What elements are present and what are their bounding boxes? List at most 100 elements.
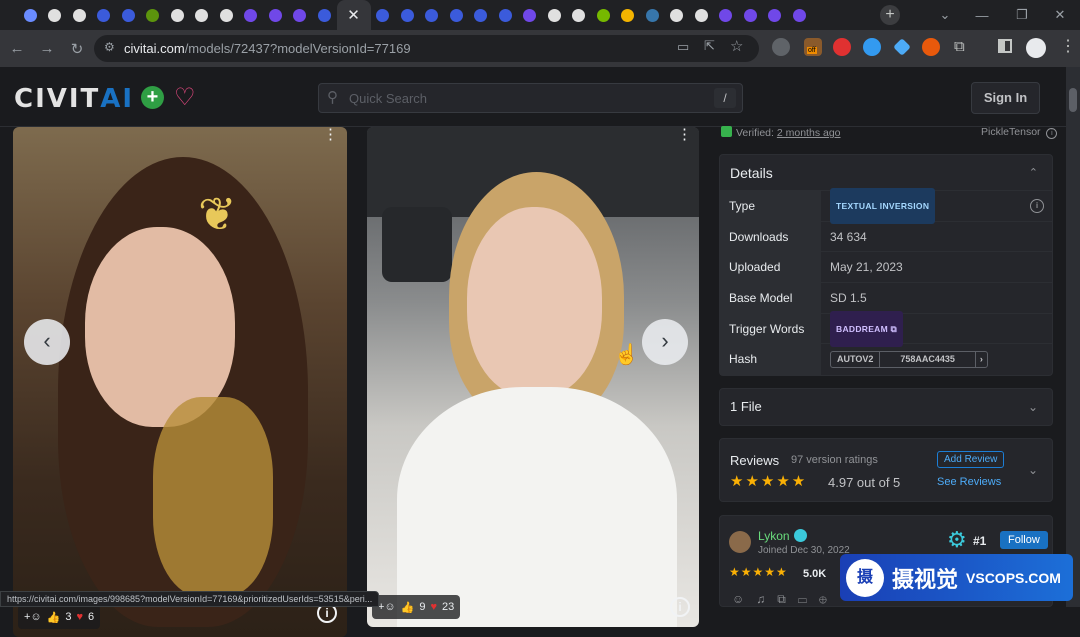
- chevron-down-icon[interactable]: ⌄: [1028, 389, 1038, 425]
- forward-button[interactable]: →: [34, 36, 60, 62]
- browser-tab[interactable]: [420, 0, 445, 30]
- tab-favicon-icon: [23, 8, 37, 22]
- tab-favicon-icon: [768, 8, 782, 22]
- browser-tab[interactable]: [787, 0, 812, 30]
- quick-search-bar[interactable]: ⚲ /: [318, 83, 743, 113]
- extension-compass-icon[interactable]: [863, 38, 881, 56]
- browser-tab[interactable]: [165, 0, 190, 30]
- sign-in-button[interactable]: Sign In: [971, 82, 1040, 114]
- share-icon[interactable]: ⇱: [704, 38, 715, 54]
- browser-tab[interactable]: [738, 0, 763, 30]
- details-header[interactable]: Details ⌃: [720, 155, 1052, 191]
- scrollbar-thumb[interactable]: [1069, 88, 1077, 112]
- image-menu-icon[interactable]: ⋮: [323, 127, 338, 143]
- add-review-button[interactable]: Add Review: [937, 451, 1005, 468]
- extension-record-icon[interactable]: [833, 38, 851, 56]
- creator-name[interactable]: Lykon: [758, 529, 790, 543]
- browser-tab[interactable]: [763, 0, 788, 30]
- browser-tab[interactable]: [312, 0, 337, 30]
- browser-tab[interactable]: [640, 0, 665, 30]
- create-plus-icon[interactable]: +: [141, 86, 164, 109]
- new-tab-button[interactable]: +: [880, 5, 900, 25]
- add-reaction-icon[interactable]: +☺: [378, 601, 396, 613]
- heart-icon[interactable]: ♥: [430, 601, 437, 613]
- hash-next-icon[interactable]: ›: [974, 352, 987, 368]
- browser-tab[interactable]: [542, 0, 567, 30]
- bookmark-star-icon[interactable]: ☆: [730, 37, 743, 55]
- browser-tab[interactable]: [18, 0, 43, 30]
- browser-tab[interactable]: [518, 0, 543, 30]
- image-info-icon[interactable]: i: [670, 597, 690, 617]
- image-menu-icon[interactable]: ⋮: [677, 127, 692, 143]
- extension-globe-icon[interactable]: [772, 38, 790, 56]
- civitai-logo[interactable]: CIVITAI: [14, 84, 134, 114]
- browser-tab[interactable]: [43, 0, 68, 30]
- browser-tab[interactable]: [371, 0, 396, 30]
- browser-tab[interactable]: [288, 0, 313, 30]
- browser-tab[interactable]: [665, 0, 690, 30]
- browser-tab[interactable]: [444, 0, 469, 30]
- reload-button[interactable]: ↻: [64, 36, 90, 62]
- gallery-next-button[interactable]: ›: [642, 319, 688, 365]
- side-panel-icon[interactable]: [998, 39, 1012, 53]
- site-info-icon[interactable]: ⚙: [104, 40, 115, 54]
- thumbs-up-icon[interactable]: 👍: [47, 611, 61, 624]
- browser-tab[interactable]: [469, 0, 494, 30]
- cast-icon[interactable]: ▭: [677, 39, 689, 55]
- address-bar[interactable]: ⚙ civitai.com/models/72437?modelVersionI…: [94, 35, 759, 62]
- browser-tab[interactable]: [263, 0, 288, 30]
- verified-time-link[interactable]: 2 months ago: [777, 127, 841, 139]
- heart-icon[interactable]: ♥: [76, 611, 83, 623]
- add-reaction-icon[interactable]: +☺: [24, 611, 42, 623]
- trigger-word-badge[interactable]: BADDREAM ⧉: [830, 310, 904, 347]
- gallery-image-2[interactable]: ⋮ +☺ 👍 9 ♥ 23 i: [367, 127, 699, 627]
- row-key: Trigger Words: [720, 313, 821, 344]
- gallery-image-1[interactable]: ❦ ⋮ +☺ 👍 3 ♥ 6 i: [13, 127, 347, 637]
- extension-swirl-icon[interactable]: [922, 38, 940, 56]
- search-input[interactable]: [349, 84, 709, 112]
- browser-tab[interactable]: [239, 0, 264, 30]
- files-panel[interactable]: 1 File ⌄: [719, 388, 1053, 426]
- creator-avatar[interactable]: [729, 531, 751, 553]
- favorites-heart-icon[interactable]: ♡: [174, 83, 196, 112]
- hash-box[interactable]: AUTOV2 758AAC4435 ›: [830, 351, 988, 369]
- search-shortcut-key: /: [714, 88, 736, 108]
- restore-icon[interactable]: ❐: [1002, 0, 1042, 30]
- browser-tab[interactable]: [493, 0, 518, 30]
- extension-gem-icon[interactable]: [893, 38, 911, 56]
- tab-search-icon[interactable]: ⌄: [925, 0, 965, 30]
- browser-tab[interactable]: [714, 0, 739, 30]
- reaction-bar-2[interactable]: +☺ 👍 9 ♥ 23: [372, 595, 461, 619]
- browser-tab[interactable]: [689, 0, 714, 30]
- browser-tab[interactable]: [214, 0, 239, 30]
- browser-tab[interactable]: [190, 0, 215, 30]
- thumbs-up-icon[interactable]: 👍: [401, 601, 415, 614]
- browser-tab[interactable]: [567, 0, 592, 30]
- browser-tab[interactable]: [141, 0, 166, 30]
- copy-icon[interactable]: ⧉: [891, 324, 897, 334]
- browser-tab[interactable]: [116, 0, 141, 30]
- gallery-prev-button[interactable]: ‹: [24, 319, 70, 365]
- follow-button[interactable]: Follow: [1000, 531, 1048, 549]
- close-window-icon[interactable]: ✕: [1040, 0, 1080, 30]
- see-reviews-link[interactable]: See Reviews: [937, 476, 1001, 488]
- minimize-icon[interactable]: —: [962, 0, 1002, 30]
- browser-tab[interactable]: [395, 0, 420, 30]
- page-scrollbar[interactable]: [1066, 67, 1080, 607]
- reaction-bar-1[interactable]: +☺ 👍 3 ♥ 6: [18, 605, 101, 629]
- browser-tab[interactable]: [92, 0, 117, 30]
- tab-active[interactable]: ✕: [336, 0, 371, 30]
- browser-tab[interactable]: [67, 0, 92, 30]
- browser-tab[interactable]: [616, 0, 641, 30]
- social-icons[interactable]: ☺♫⧉▭⊕: [732, 592, 839, 607]
- browser-menu-icon[interactable]: ⋮: [1060, 36, 1076, 56]
- back-button[interactable]: ←: [4, 36, 30, 62]
- extension-off-icon[interactable]: off: [804, 38, 822, 56]
- browser-tab[interactable]: [591, 0, 616, 30]
- type-info-icon[interactable]: i: [1030, 198, 1044, 213]
- chevron-down-icon[interactable]: ⌄: [1028, 463, 1038, 477]
- extensions-puzzle-icon[interactable]: ⧉: [954, 38, 965, 55]
- profile-avatar[interactable]: [1026, 38, 1046, 58]
- scanner-info-icon[interactable]: i: [1046, 128, 1058, 139]
- chevron-up-icon[interactable]: ⌃: [1029, 155, 1038, 191]
